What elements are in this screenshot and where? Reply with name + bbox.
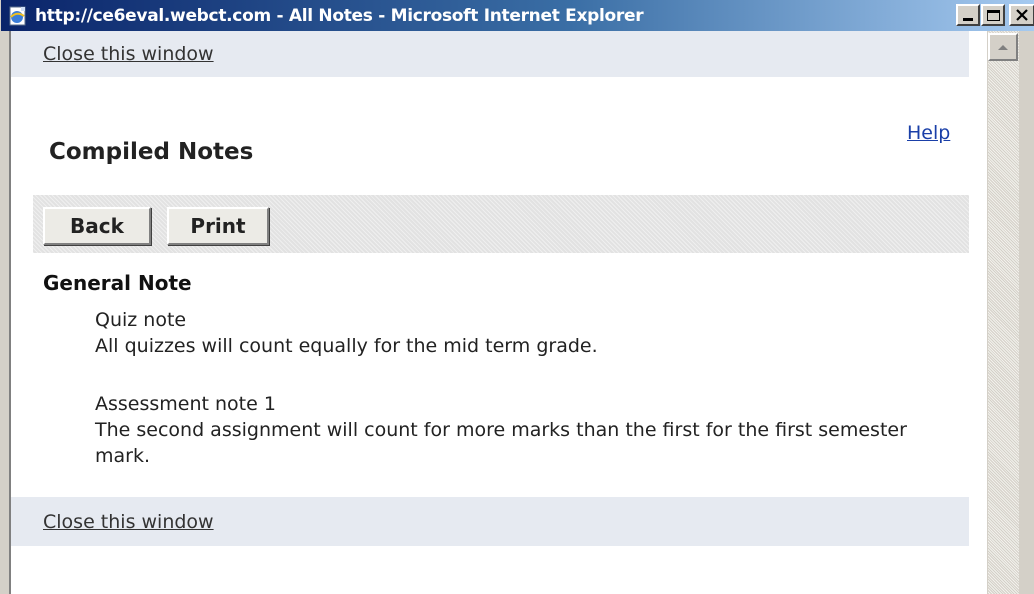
back-button[interactable]: Back [43, 207, 151, 245]
note-body: The second assignment will count for mor… [95, 419, 907, 467]
window-title: http://ce6eval.webct.com - All Notes - M… [35, 5, 644, 26]
button-toolbar: Back Print [33, 195, 969, 253]
section-heading: General Note [43, 271, 192, 295]
minimize-icon [963, 18, 973, 21]
title-bar[interactable]: http://ce6eval.webct.com - All Notes - M… [1, 0, 1034, 31]
note-title: Assessment note 1 [95, 393, 276, 415]
page-title: Compiled Notes [49, 139, 254, 165]
print-button[interactable]: Print [167, 207, 269, 245]
note-body: All quizzes will count equally for the m… [95, 335, 598, 357]
note-item: Quiz note All quizzes will count equally… [95, 307, 965, 359]
close-window-link-top[interactable]: Close this window [43, 43, 214, 65]
scroll-up-arrow-icon [998, 45, 1008, 50]
minimize-button[interactable] [956, 4, 980, 26]
maximize-button[interactable] [981, 4, 1005, 26]
page-content: Close this window Help Compiled Notes Ba… [9, 31, 987, 594]
vertical-scrollbar[interactable] [987, 31, 1019, 594]
ie-page-icon [9, 6, 26, 25]
close-icon [1016, 9, 1028, 21]
help-link[interactable]: Help [907, 122, 950, 144]
maximize-icon [986, 9, 1000, 21]
browser-window: http://ce6eval.webct.com - All Notes - M… [0, 0, 1034, 594]
note-title: Quiz note [95, 309, 187, 331]
close-bar-top: Close this window [11, 31, 969, 77]
note-item: Assessment note 1 The second assignment … [95, 391, 965, 469]
window-frame-right [1019, 31, 1034, 594]
close-bar-bottom: Close this window [11, 497, 969, 546]
scroll-up-button[interactable] [988, 33, 1018, 61]
close-window-button[interactable] [1009, 4, 1034, 26]
close-window-link-bottom[interactable]: Close this window [43, 511, 214, 533]
